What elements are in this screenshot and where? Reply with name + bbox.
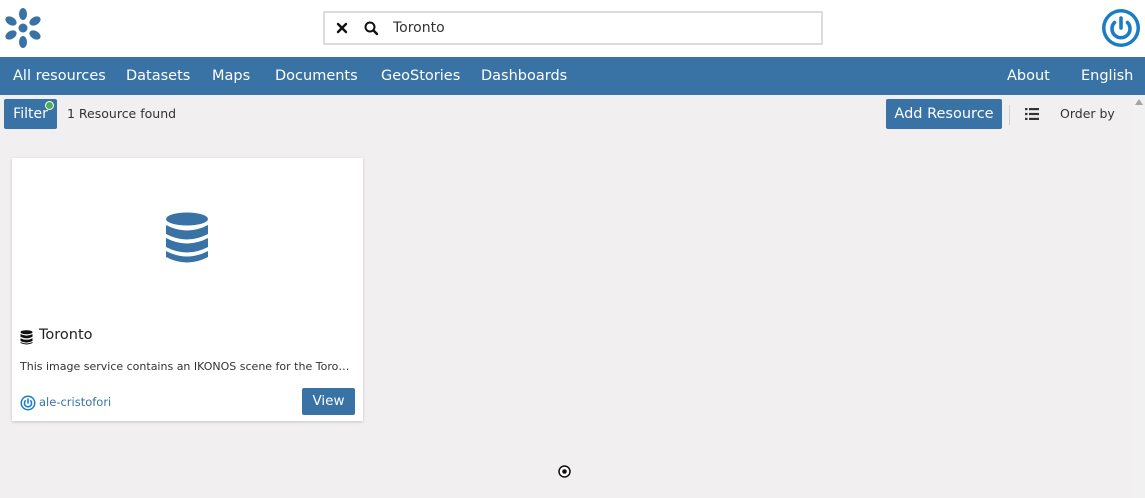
list-view-icon[interactable]: [1025, 107, 1039, 121]
results-toolbar: Filter 1 Resource found Add Resource Ord…: [0, 95, 1145, 135]
page-scrollbar[interactable]: [1133, 95, 1145, 498]
search-icon[interactable]: [363, 19, 379, 37]
database-icon: [166, 212, 208, 263]
nav-all-resources[interactable]: All resources: [13, 57, 106, 95]
geonode-logo-icon[interactable]: [3, 7, 43, 49]
add-resource-button[interactable]: Add Resource: [886, 99, 1002, 129]
nav-geostories[interactable]: GeoStories: [381, 57, 460, 95]
close-icon[interactable]: [335, 19, 349, 37]
view-button[interactable]: View: [302, 388, 355, 415]
nav-about[interactable]: About: [1007, 57, 1050, 95]
nav-documents[interactable]: Documents: [275, 57, 358, 95]
toolbar-divider: [1009, 105, 1010, 125]
order-by-dropdown[interactable]: Order by: [1060, 106, 1115, 121]
results-count: 1 Resource found: [67, 106, 177, 121]
owner-link[interactable]: ale-cristofori: [39, 395, 111, 409]
resource-card[interactable]: Toronto This image service contains an I…: [12, 158, 363, 421]
power-user-icon: [20, 395, 36, 411]
database-icon: [20, 330, 33, 345]
search-input[interactable]: [393, 16, 813, 40]
power-user-icon[interactable]: [1101, 8, 1141, 48]
scroll-up-icon[interactable]: [1135, 99, 1143, 105]
language-selector[interactable]: English: [1081, 57, 1133, 95]
nav-dashboards[interactable]: Dashboards: [481, 57, 567, 95]
top-bar: [0, 0, 1145, 57]
main-nav: All resources Datasets Maps Documents Ge…: [0, 57, 1145, 95]
filter-active-badge: [45, 101, 54, 110]
nav-datasets[interactable]: Datasets: [126, 57, 190, 95]
nav-maps[interactable]: Maps: [212, 57, 250, 95]
resource-description: This image service contains an IKONOS sc…: [20, 360, 356, 373]
resource-title[interactable]: Toronto: [39, 327, 93, 343]
cursor-target-icon: [558, 465, 571, 478]
search-bar: [323, 11, 823, 45]
